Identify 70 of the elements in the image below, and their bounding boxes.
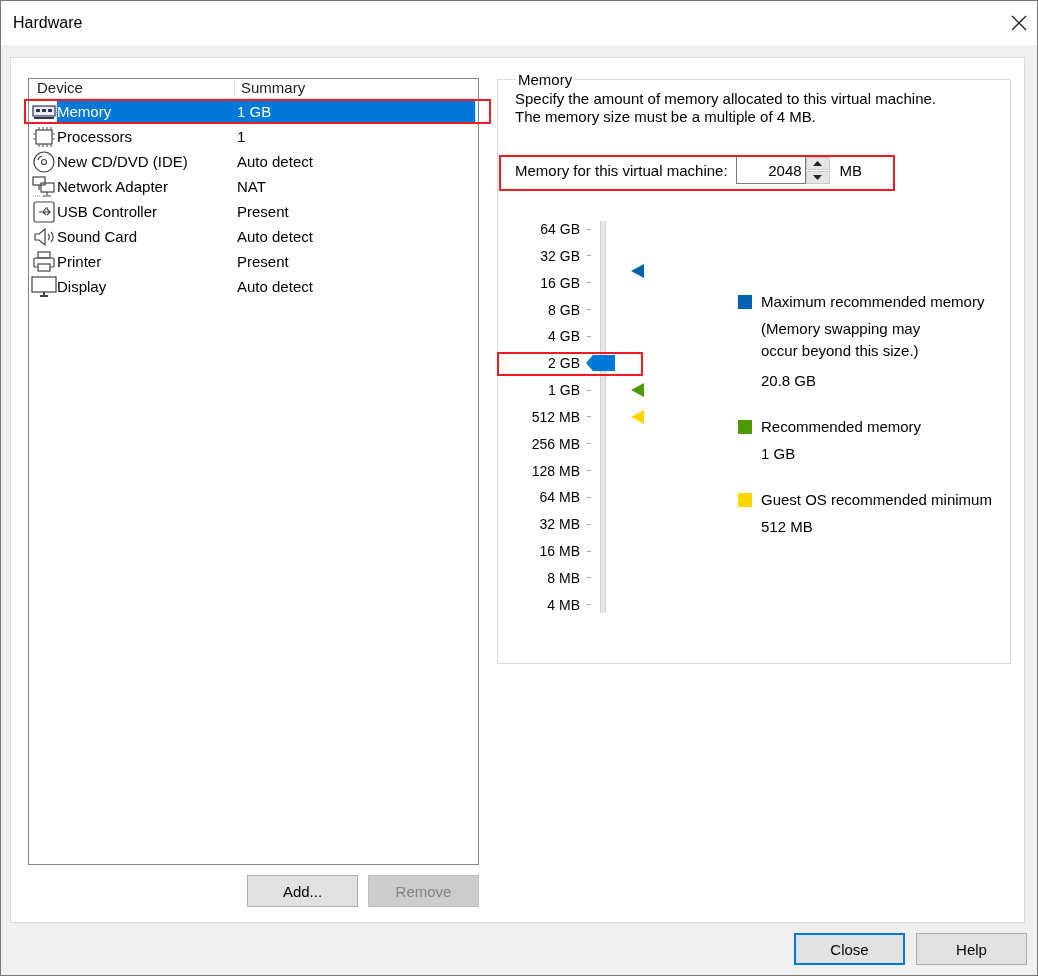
- tick-label: 8 MB: [547, 569, 580, 586]
- unit-label: MB: [839, 161, 863, 179]
- legend-value: 512 MB: [761, 517, 814, 537]
- tick-label: 32 MB: [539, 516, 580, 533]
- memory-chip-icon: [32, 102, 56, 121]
- tick-label: 8 GB: [548, 301, 580, 318]
- device-row[interactable]: Sound Card Auto detect: [57, 226, 475, 247]
- device-row[interactable]: New CD/DVD (IDE) Auto detect: [57, 151, 475, 172]
- device-summary: NAT: [237, 178, 266, 195]
- slider-thumb[interactable]: [586, 355, 615, 372]
- tick-label: 32 GB: [540, 247, 580, 264]
- device-row[interactable]: Printer Present: [57, 251, 475, 272]
- legend-value: 1 GB: [761, 444, 797, 464]
- tick-label: 256 MB: [531, 435, 580, 452]
- network-icon: [32, 175, 56, 198]
- caret-down-icon: [813, 174, 823, 180]
- description-text: Specify the amount of memory allocated to this virtual machine. The memory size must be a multiple of 4 MB.: [515, 90, 938, 126]
- legend-value: 20.8 GB: [761, 371, 818, 391]
- device-row[interactable]: Display Auto detect: [57, 276, 475, 297]
- group-title: Memory: [517, 71, 574, 88]
- device-name: Processors: [57, 128, 134, 145]
- disc-icon: [32, 150, 56, 173]
- column-header[interactable]: Device: [31, 80, 235, 98]
- speaker-icon: [32, 225, 56, 248]
- usb-icon: [32, 200, 56, 223]
- field-label: Memory for this virtual machine:: [515, 161, 728, 179]
- legend-title: Recommended memory: [761, 418, 922, 435]
- legend-title: Maximum recommended memory: [761, 293, 985, 310]
- monitor-icon: [31, 275, 57, 298]
- chip-icon: [32, 126, 56, 147]
- tick-label: 512 MB: [531, 408, 580, 425]
- action-button[interactable]: Add...: [247, 875, 358, 907]
- memory-input-field[interactable]: 2048: [735, 156, 806, 184]
- device-summary: 1: [237, 128, 246, 145]
- tick-label: 16 GB: [540, 274, 580, 291]
- device-row[interactable]: Network Adapter NAT: [57, 176, 475, 197]
- tick-label: 1 GB: [548, 382, 580, 399]
- device-name: Sound Card: [57, 228, 139, 245]
- device-name: USB Controller: [57, 203, 159, 220]
- dialog-button[interactable]: Help: [916, 933, 1027, 965]
- device-name: Memory: [57, 103, 113, 120]
- column-header[interactable]: Summary: [235, 80, 306, 98]
- spin-down-button[interactable]: [805, 170, 830, 184]
- device-row[interactable]: Processors 1: [57, 126, 475, 147]
- close-icon[interactable]: [1009, 13, 1029, 33]
- legend-title: Guest OS recommended minimum: [761, 491, 992, 508]
- tick-label: 64 MB: [539, 489, 580, 506]
- window-title: Hardware: [13, 14, 83, 32]
- device-summary: Auto detect: [237, 228, 313, 245]
- device-name: New CD/DVD (IDE): [57, 153, 189, 170]
- device-name: Printer: [57, 253, 103, 270]
- tick-label: 16 MB: [539, 543, 580, 560]
- device-row[interactable]: Memory 1 GB: [57, 101, 475, 122]
- tick-label: 128 MB: [531, 462, 580, 479]
- device-name: Display: [57, 278, 108, 295]
- tick-label: 4 MB: [547, 596, 580, 613]
- device-summary: Auto detect: [237, 278, 313, 295]
- device-name: Network Adapter: [57, 178, 169, 195]
- device-summary: Present: [237, 203, 289, 220]
- device-summary: Auto detect: [237, 153, 313, 170]
- legend-note: (Memory swapping may occur beyond this size.): [761, 319, 922, 361]
- tick-label: 4 GB: [548, 328, 580, 345]
- device-row[interactable]: USB Controller Present: [57, 201, 475, 222]
- tick-label: 2 GB: [548, 355, 580, 372]
- device-summary: Present: [237, 253, 289, 270]
- dialog-button[interactable]: Close: [794, 933, 905, 965]
- printer-icon: [32, 250, 56, 273]
- device-summary: 1 GB: [237, 103, 272, 120]
- caret-up-icon: [813, 160, 823, 166]
- tick-label: 64 GB: [540, 221, 580, 237]
